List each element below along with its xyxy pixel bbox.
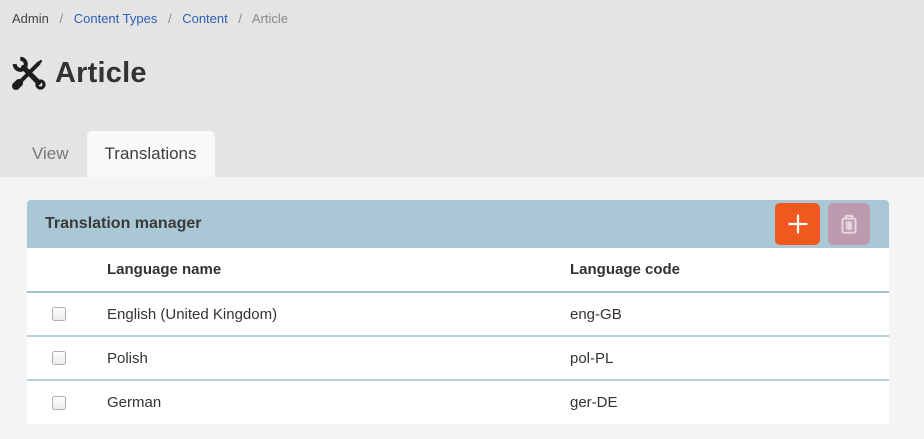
tab-bar: View Translations [14, 131, 924, 177]
checkbox-cell [27, 380, 107, 424]
trash-icon [836, 211, 862, 237]
checkbox-cell [27, 336, 107, 380]
checkbox-cell [27, 292, 107, 336]
language-name-column-header: Language name [107, 248, 570, 292]
language-code-cell: pol-PL [570, 336, 889, 380]
add-translation-button[interactable] [775, 203, 820, 245]
breadcrumb-separator: / [168, 11, 172, 26]
language-name-cell: German [107, 380, 570, 424]
breadcrumb-link-content[interactable]: Content [182, 11, 228, 26]
table-header-row: Language name Language code [27, 248, 889, 292]
table-row: English (United Kingdom) eng-GB [27, 292, 889, 336]
delete-translation-button[interactable] [828, 203, 870, 245]
page-title: Article [55, 57, 147, 90]
table-row: German ger-DE [27, 380, 889, 424]
breadcrumb-separator: / [59, 11, 63, 26]
translation-manager-header: Translation manager [27, 200, 889, 248]
translation-manager-panel: Translation manager [27, 200, 889, 424]
page-title-row: Article [10, 53, 924, 93]
row-checkbox[interactable] [52, 307, 66, 321]
language-name-cell: English (United Kingdom) [107, 292, 570, 336]
breadcrumb-separator: / [238, 11, 242, 26]
breadcrumb: Admin / Content Types / Content / Articl… [0, 0, 924, 26]
language-name-cell: Polish [107, 336, 570, 380]
row-checkbox[interactable] [52, 351, 66, 365]
breadcrumb-item-article: Article [252, 11, 288, 26]
language-code-column-header: Language code [570, 248, 889, 292]
page-header: Admin / Content Types / Content / Articl… [0, 0, 924, 177]
plus-icon [786, 212, 810, 236]
tab-translations[interactable]: Translations [87, 131, 215, 177]
breadcrumb-link-content-types[interactable]: Content Types [74, 11, 158, 26]
content-area: Translation manager [0, 200, 924, 439]
panel-title: Translation manager [45, 215, 775, 233]
row-checkbox[interactable] [52, 396, 66, 410]
translations-table: Language name Language code English (Uni… [27, 248, 889, 424]
tab-view[interactable]: View [14, 131, 87, 177]
checkbox-column-header [27, 248, 107, 292]
language-code-cell: ger-DE [570, 380, 889, 424]
table-row: Polish pol-PL [27, 336, 889, 380]
tools-icon [10, 54, 48, 92]
language-code-cell: eng-GB [570, 292, 889, 336]
breadcrumb-item-admin: Admin [12, 11, 49, 26]
